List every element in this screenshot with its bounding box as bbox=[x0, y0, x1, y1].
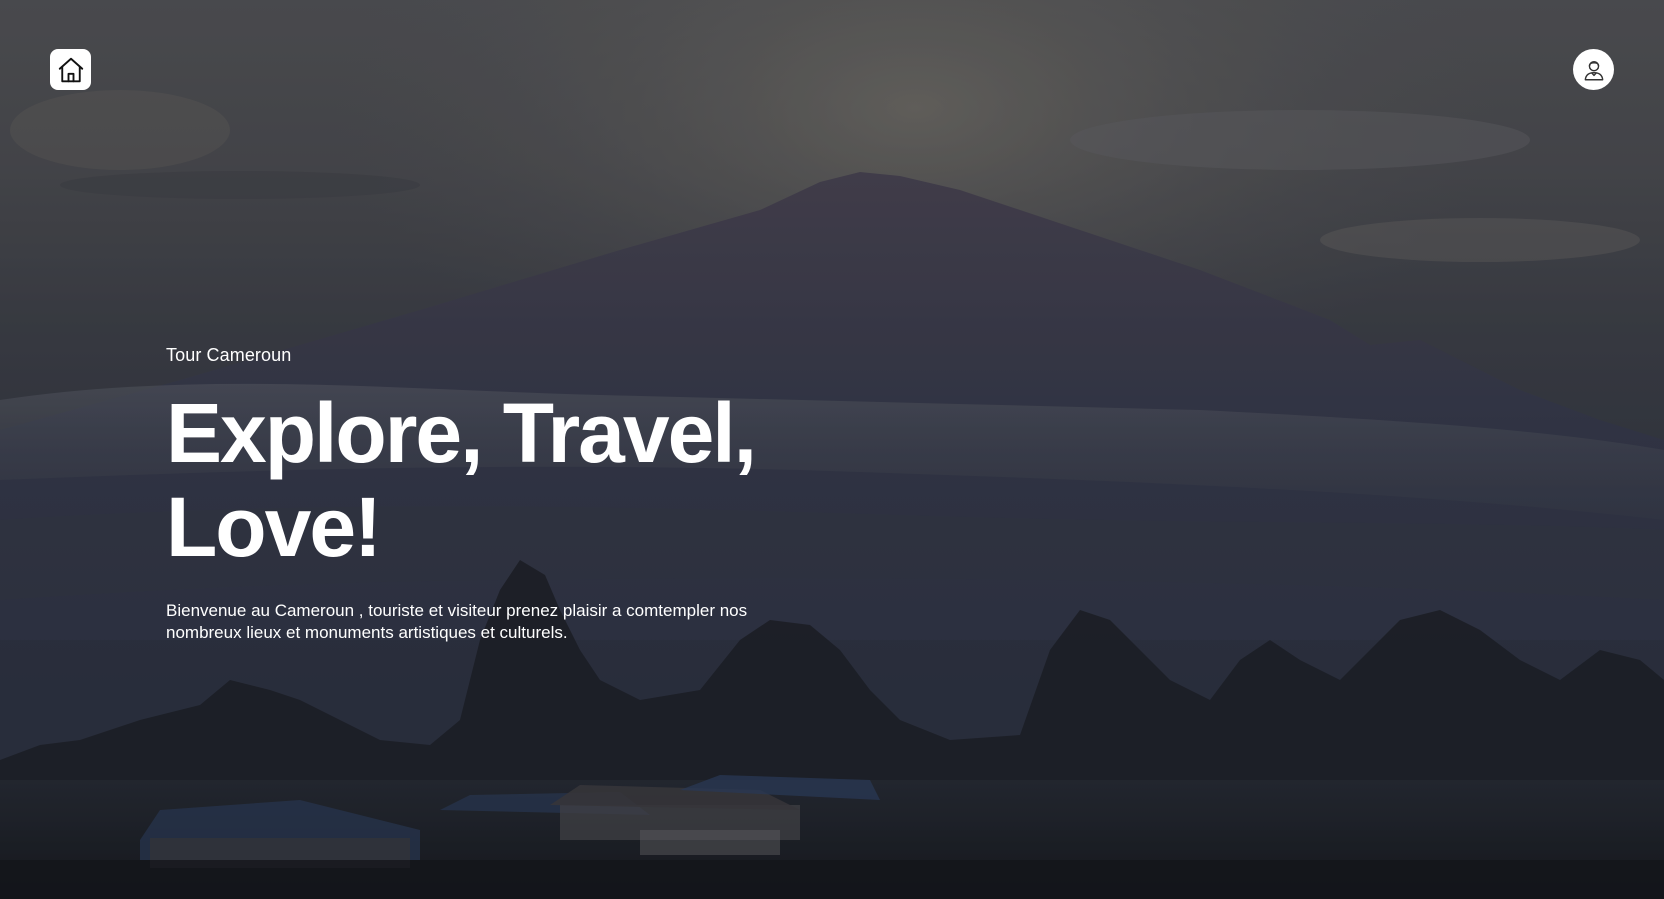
hero-eyebrow: Tour Cameroun bbox=[166, 345, 292, 365]
home-button[interactable] bbox=[50, 49, 91, 90]
hero-headline-line-2: Love! bbox=[166, 480, 382, 574]
hero-headline: Explore, Travel, Love! bbox=[166, 386, 866, 574]
hero-description: Bienvenue au Cameroun , touriste et visi… bbox=[166, 601, 748, 642]
user-avatar-icon bbox=[1584, 60, 1603, 80]
home-icon bbox=[58, 57, 83, 82]
hero-content: Tour Cameroun Explore, Travel, Love! Bie… bbox=[166, 345, 866, 644]
hero-section: Tour Cameroun Explore, Travel, Love! Bie… bbox=[0, 0, 1664, 899]
user-profile-button[interactable] bbox=[1573, 49, 1614, 90]
hero-headline-line-1: Explore, Travel, bbox=[166, 386, 757, 480]
